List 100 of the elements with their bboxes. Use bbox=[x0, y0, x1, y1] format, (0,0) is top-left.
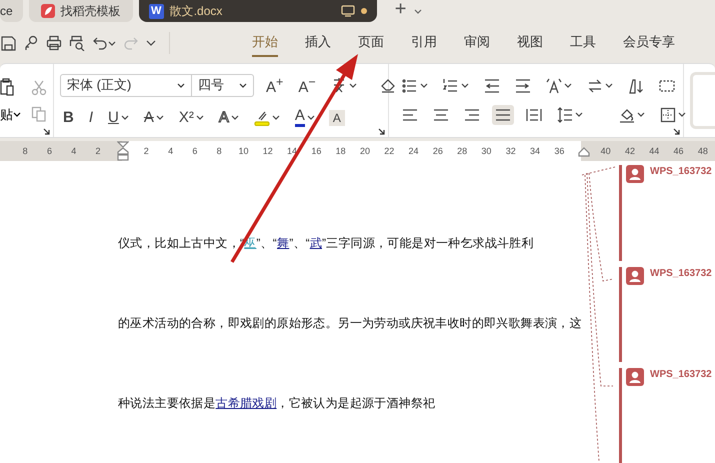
shrink-font-button[interactable]: A$^{−}$ bbox=[295, 72, 319, 98]
caret-icon bbox=[272, 114, 280, 121]
increase-indent-icon bbox=[515, 78, 531, 94]
print-icon bbox=[46, 35, 62, 51]
menu-tab[interactable]: 视图 bbox=[517, 29, 543, 57]
paste-button[interactable]: 贴 bbox=[0, 106, 21, 124]
print-preview-icon bbox=[69, 35, 85, 51]
avatar-icon bbox=[626, 165, 644, 183]
caret-icon bbox=[13, 111, 21, 118]
menu-tab[interactable]: 插入 bbox=[305, 29, 331, 57]
word-logo-icon: W bbox=[148, 4, 164, 18]
caret-icon bbox=[120, 114, 129, 121]
bullet-list-icon bbox=[402, 78, 418, 94]
ruler-number: 48 bbox=[696, 146, 709, 156]
font-color-button[interactable]: A bbox=[292, 106, 318, 129]
font-family-dropdown[interactable]: 宋体 (正文) bbox=[60, 74, 192, 96]
comment-author: WPS_163732 bbox=[650, 368, 712, 382]
caret-icon bbox=[306, 114, 315, 121]
caret-icon bbox=[461, 82, 469, 89]
menu-tab[interactable]: 引用 bbox=[411, 29, 437, 57]
link[interactable]: 古希腊戏剧 bbox=[216, 396, 277, 410]
numbered-list-icon bbox=[443, 78, 459, 94]
font-size-dropdown[interactable]: 四号 bbox=[192, 74, 254, 96]
decrease-indent-icon bbox=[484, 78, 500, 94]
leaf-logo-icon bbox=[40, 4, 55, 18]
undo-icon bbox=[92, 35, 108, 51]
caret-icon bbox=[414, 8, 422, 15]
dialog-launcher-icon[interactable] bbox=[43, 128, 50, 135]
ruler-number: 34 bbox=[529, 146, 542, 156]
underline-button[interactable]: U bbox=[105, 108, 132, 128]
chevron-down-icon bbox=[146, 40, 156, 46]
align-right-icon bbox=[464, 106, 480, 122]
save-icon bbox=[0, 35, 16, 51]
dialog-launcher-icon[interactable] bbox=[378, 128, 385, 135]
borders-icon bbox=[660, 106, 676, 122]
text-effect-button[interactable]: A bbox=[216, 108, 242, 128]
ruler-number: 8 bbox=[216, 146, 223, 156]
caret-icon bbox=[156, 114, 164, 121]
caret-icon bbox=[177, 82, 185, 88]
bold-button[interactable]: B bbox=[60, 108, 77, 128]
document-tab[interactable]: W 散文.docx bbox=[138, 0, 377, 22]
document-tab[interactable]: 找稻壳模板 bbox=[28, 0, 133, 22]
link[interactable]: 舞 bbox=[277, 236, 290, 250]
menu-tab[interactable]: 审阅 bbox=[464, 29, 490, 57]
ruler-number: 44 bbox=[648, 146, 660, 156]
ruler-number: 46 bbox=[672, 146, 685, 156]
justify-button[interactable] bbox=[492, 104, 514, 124]
ruler-number: 40 bbox=[600, 146, 612, 156]
swap-arrows-icon bbox=[587, 78, 603, 94]
chevron-down-button[interactable] bbox=[146, 40, 156, 46]
print-button[interactable] bbox=[46, 35, 62, 51]
save-button[interactable] bbox=[0, 35, 16, 51]
strikethrough-button[interactable]: A bbox=[140, 108, 167, 128]
distributed-icon bbox=[526, 106, 542, 122]
highlighter-icon bbox=[254, 110, 270, 126]
ruler-number: 32 bbox=[504, 146, 517, 156]
caret-icon bbox=[575, 111, 583, 118]
superscript-button[interactable]: X² bbox=[176, 108, 207, 128]
eraser-icon bbox=[380, 77, 396, 93]
caret-icon bbox=[678, 111, 686, 118]
ruler-number: 2 bbox=[142, 146, 150, 156]
ruler-number: 4 bbox=[167, 146, 174, 156]
italic-button[interactable]: I bbox=[86, 108, 96, 128]
unsaved-dot bbox=[360, 8, 367, 14]
character-shading-button[interactable]: A bbox=[328, 110, 345, 126]
table-grid-icon bbox=[659, 78, 675, 94]
ruler-number: 16 bbox=[310, 146, 322, 156]
ruler-number: 12 bbox=[262, 146, 274, 156]
paragraph-text: 的巫术活动的合称，即戏剧的原始形态。另一为劳动或庆祝丰收时的即兴歌舞表演，这 bbox=[118, 315, 583, 332]
comment-author: WPS_163732 bbox=[650, 165, 712, 179]
caret-icon bbox=[605, 82, 613, 89]
ruler-number: 22 bbox=[383, 146, 396, 156]
dialog-launcher-icon[interactable] bbox=[673, 128, 680, 135]
print-preview-button[interactable] bbox=[69, 35, 85, 51]
undo-button[interactable] bbox=[92, 35, 116, 51]
ruler-number: 36 bbox=[553, 146, 566, 156]
indent-marker-icon[interactable] bbox=[117, 141, 129, 161]
menu-tab[interactable]: 页面 bbox=[358, 29, 384, 57]
link[interactable]: 武 bbox=[310, 236, 322, 250]
redo-icon bbox=[123, 35, 139, 51]
caret-icon bbox=[637, 111, 645, 118]
justify-icon bbox=[495, 106, 511, 122]
ruler-number: 6 bbox=[191, 146, 198, 156]
ruler-number: 28 bbox=[456, 146, 468, 156]
sort-icon bbox=[628, 78, 644, 94]
new-tab-button[interactable]: + bbox=[392, 0, 408, 19]
menu-tab[interactable]: 开始 bbox=[252, 29, 278, 57]
ruler-number: 8 bbox=[22, 146, 29, 156]
avatar-icon bbox=[626, 368, 644, 386]
menu-tab[interactable]: 工具 bbox=[570, 29, 596, 57]
menu-tab[interactable]: 会员专享 bbox=[623, 29, 675, 57]
document-tab[interactable]: ce bbox=[0, 0, 23, 22]
ruler-number: 2 bbox=[94, 146, 102, 156]
grow-font-button[interactable]: A$^{+}$ bbox=[263, 72, 286, 98]
caret-icon bbox=[230, 114, 239, 121]
ruler-number: 24 bbox=[408, 146, 420, 156]
ruler-number: 18 bbox=[334, 146, 347, 156]
paint-bucket-icon bbox=[619, 106, 635, 122]
comment-author: WPS_163732 bbox=[650, 266, 712, 281]
avatar-icon bbox=[626, 266, 644, 285]
